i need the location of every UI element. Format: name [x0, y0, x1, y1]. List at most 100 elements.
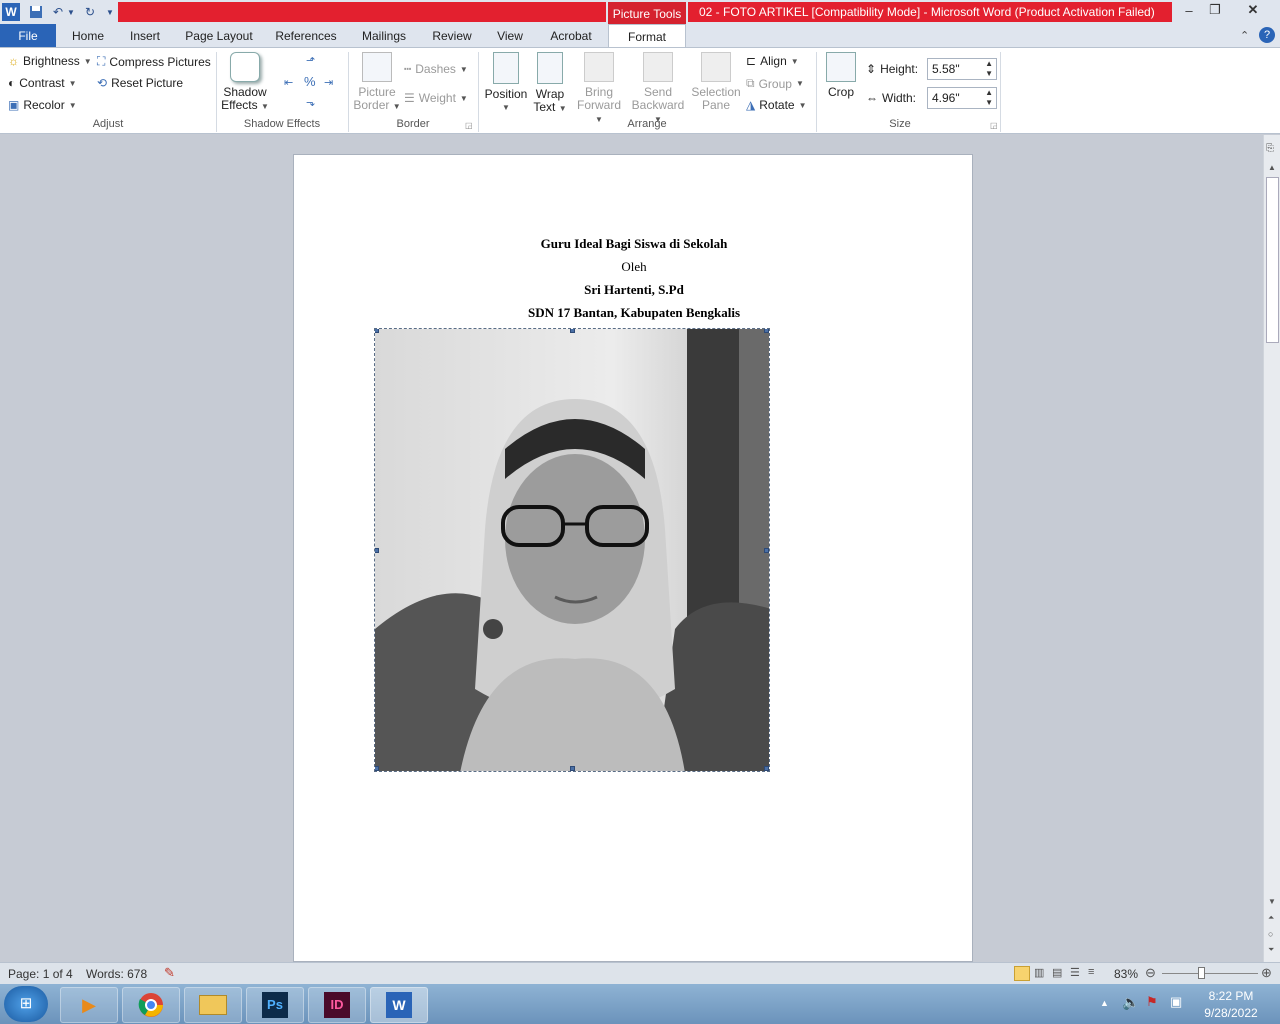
brightness-button[interactable]: ☼ Brightness ▼: [8, 54, 92, 68]
restore-icon[interactable]: ❐: [1202, 1, 1228, 19]
zoom-out-icon[interactable]: ⊖: [1145, 965, 1156, 981]
shadow-effects-button[interactable]: Shadow Effects ▼: [220, 52, 270, 113]
tab-references[interactable]: References: [268, 24, 344, 48]
contrast-icon: ◐: [8, 76, 16, 90]
taskbar-chrome-icon[interactable]: [122, 987, 180, 1023]
dashes-button[interactable]: ┅ Dashes ▼: [404, 62, 468, 76]
customize-qat-icon[interactable]: ▼: [104, 3, 116, 21]
align-button[interactable]: ⊏ Align ▼: [746, 54, 799, 68]
scroll-up-icon[interactable]: ▲: [1268, 163, 1276, 172]
word-count[interactable]: Words: 678: [86, 967, 147, 981]
tab-page-layout[interactable]: Page Layout: [180, 24, 258, 48]
volume-icon[interactable]: 🔈: [1122, 994, 1139, 1011]
selection-pane-icon: [701, 52, 731, 82]
outline-view-icon[interactable]: ☰: [1070, 966, 1080, 979]
shadow-toggle-icon[interactable]: %: [304, 74, 316, 89]
arrange-group-label: Arrange: [627, 118, 667, 130]
zoom-level[interactable]: 83%: [1114, 967, 1138, 981]
select-browse-object-icon[interactable]: ○: [1268, 929, 1273, 939]
next-page-icon[interactable]: ⏷: [1268, 945, 1274, 955]
print-layout-view-icon[interactable]: [1014, 966, 1030, 981]
taskbar-word-icon[interactable]: W: [370, 987, 428, 1023]
word-app-icon[interactable]: W: [2, 3, 20, 21]
width-input[interactable]: 4.96" ▲ ▼: [927, 87, 997, 109]
tab-home[interactable]: Home: [64, 24, 112, 48]
zoom-slider[interactable]: [1162, 973, 1258, 974]
draft-view-icon[interactable]: ≡: [1088, 966, 1094, 978]
document-author[interactable]: Sri Hartenti, S.Pd: [294, 282, 974, 298]
tab-mailings[interactable]: Mailings: [354, 24, 414, 48]
nudge-down-icon[interactable]: ⬎: [306, 96, 315, 109]
help-icon[interactable]: ?: [1259, 27, 1275, 43]
resize-handle[interactable]: [375, 548, 379, 553]
crop-button[interactable]: Crop: [822, 52, 860, 99]
width-spinner-icon[interactable]: ▲ ▼: [985, 88, 993, 108]
taskbar-file-explorer-icon[interactable]: [184, 987, 242, 1023]
nudge-left-icon[interactable]: ⇤: [284, 76, 293, 89]
recolor-button[interactable]: ▣ Recolor ▼: [8, 98, 77, 112]
nudge-up-icon[interactable]: ⬏: [306, 54, 315, 67]
close-icon[interactable]: ✕: [1230, 1, 1276, 19]
start-button-icon[interactable]: ⊞: [4, 986, 48, 1022]
scroll-thumb[interactable]: [1266, 177, 1279, 343]
web-layout-icon[interactable]: ▤: [1052, 966, 1062, 979]
zoom-in-icon[interactable]: ⊕: [1261, 965, 1272, 981]
taskbar-indesign-icon[interactable]: ID: [308, 987, 366, 1023]
network-icon[interactable]: ▣: [1170, 994, 1182, 1010]
vertical-scrollbar[interactable]: ⎘ ▲ ▼ ⏶ ○ ⏷: [1263, 135, 1280, 962]
resize-handle[interactable]: [764, 766, 769, 771]
undo-dropdown-icon[interactable]: ▼: [66, 3, 76, 21]
tab-review[interactable]: Review: [424, 24, 480, 48]
show-hidden-icons-icon[interactable]: ▲: [1100, 998, 1109, 1008]
full-screen-reading-icon[interactable]: ▥: [1034, 966, 1044, 979]
resize-handle[interactable]: [570, 766, 575, 771]
nudge-right-icon[interactable]: ⇥: [324, 76, 333, 89]
border-dialog-launcher-icon[interactable]: ◲: [465, 121, 473, 130]
picture-border-button[interactable]: Picture Border ▼: [352, 52, 402, 113]
taskbar-media-player-icon[interactable]: ▶: [60, 987, 118, 1023]
ruler-toggle-icon[interactable]: ⎘: [1266, 143, 1274, 154]
resize-handle[interactable]: [375, 329, 379, 333]
resize-handle[interactable]: [570, 329, 575, 333]
undo-icon[interactable]: ↶: [49, 3, 67, 21]
tab-format[interactable]: Format: [608, 24, 686, 49]
clock-date[interactable]: 9/28/2022: [1196, 1006, 1266, 1020]
selected-picture[interactable]: [374, 328, 770, 772]
tab-view[interactable]: View: [490, 24, 530, 48]
height-spinner-icon[interactable]: ▲ ▼: [985, 59, 993, 79]
weight-button[interactable]: ☰ Weight ▼: [404, 91, 468, 105]
document-school[interactable]: SDN 17 Bantan, Kabupaten Bengkalis: [294, 305, 974, 321]
selection-pane-button[interactable]: Selection Pane: [690, 52, 742, 112]
taskbar-photoshop-icon[interactable]: Ps: [246, 987, 304, 1023]
compress-pictures-button[interactable]: ⛶ Compress Pictures: [97, 54, 211, 69]
tab-acrobat[interactable]: Acrobat: [540, 24, 602, 48]
scroll-down-icon[interactable]: ▼: [1268, 897, 1276, 906]
size-dialog-launcher-icon[interactable]: ◲: [990, 121, 998, 130]
redo-icon[interactable]: ↻: [81, 3, 99, 21]
tab-insert[interactable]: Insert: [122, 24, 168, 48]
resize-handle[interactable]: [764, 329, 769, 333]
height-input[interactable]: 5.58" ▲ ▼: [927, 58, 997, 80]
action-center-flag-icon[interactable]: ⚑: [1146, 994, 1158, 1010]
wrap-text-button[interactable]: Wrap Text ▼: [530, 52, 570, 115]
minimize-icon[interactable]: –: [1176, 1, 1202, 19]
resize-handle[interactable]: [375, 766, 379, 771]
previous-page-icon[interactable]: ⏶: [1268, 913, 1274, 923]
bring-forward-button[interactable]: Bring Forward ▼: [572, 52, 626, 126]
clock-time[interactable]: 8:22 PM: [1196, 989, 1266, 1003]
zoom-slider-thumb[interactable]: [1198, 967, 1205, 979]
page-count[interactable]: Page: 1 of 4: [8, 967, 73, 981]
save-icon[interactable]: [27, 3, 45, 21]
tab-file[interactable]: File: [0, 24, 56, 48]
document-by-line[interactable]: Oleh: [294, 259, 974, 275]
document-title[interactable]: Guru Ideal Bagi Siswa di Sekolah: [294, 236, 974, 252]
resize-handle[interactable]: [764, 548, 769, 553]
group-button[interactable]: ⧉ Group ▼: [746, 76, 804, 91]
minimize-ribbon-icon[interactable]: ⌃: [1240, 29, 1249, 42]
send-backward-button[interactable]: Send Backward ▼: [628, 52, 688, 126]
position-button[interactable]: Position ▼: [482, 52, 530, 114]
reset-picture-button[interactable]: ⟲ Reset Picture: [97, 76, 183, 90]
contrast-button[interactable]: ◐ Contrast ▼: [8, 76, 77, 90]
proofing-error-icon[interactable]: ✎: [164, 965, 175, 981]
rotate-button[interactable]: ◮ Rotate ▼: [746, 98, 807, 112]
